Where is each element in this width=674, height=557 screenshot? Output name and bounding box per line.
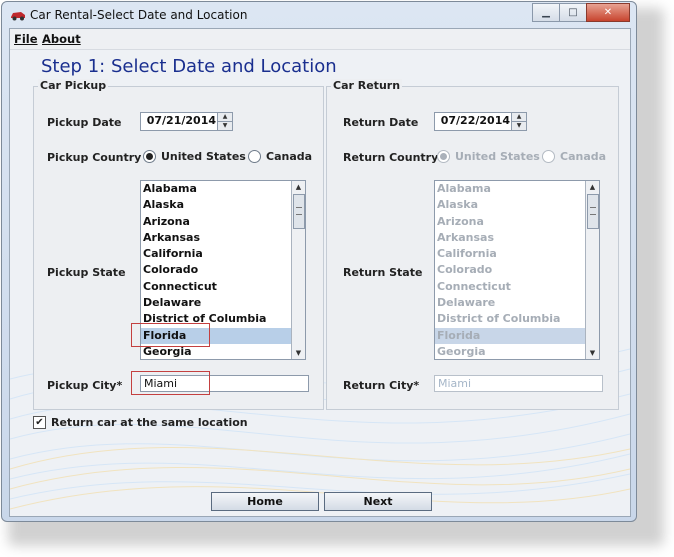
- state-list-item[interactable]: Delaware: [141, 295, 291, 311]
- checkmark-icon: ✔: [33, 416, 46, 429]
- spin-up-icon[interactable]: ▲: [218, 113, 232, 121]
- same-location-label: Return car at the same location: [51, 416, 248, 429]
- radio-selected-icon: [437, 150, 450, 163]
- state-list-item: Florida: [435, 327, 585, 344]
- return-date-arrows[interactable]: ▲ ▼: [511, 113, 526, 130]
- scroll-up-icon[interactable]: ▲: [292, 181, 305, 193]
- car-icon: [11, 12, 25, 21]
- state-list-item: Alabama: [437, 182, 491, 195]
- state-list-item: Delaware: [437, 296, 496, 310]
- pickup-country-label: Pickup Country: [47, 151, 142, 164]
- menu-bar: File About: [10, 29, 630, 50]
- return-state-list: Alabama Alaska Arizona Arkansas California Co…: [434, 180, 600, 360]
- menu-about[interactable]: About: [42, 32, 81, 46]
- close-icon: ✕: [603, 7, 613, 18]
- pickup-city-label: Pickup City*: [47, 379, 123, 392]
- pickup-date-value: 07/21/2014: [146, 114, 216, 127]
- app-window: Car Rental-Select Date and Location ▁ □ …: [1, 1, 637, 522]
- state-list-item[interactable]: Arkansas: [141, 230, 291, 246]
- return-country-us-radio: United States: [437, 150, 540, 163]
- return-state-scrollbar: ▲ ▼: [585, 181, 599, 359]
- scroll-thumb[interactable]: [293, 194, 305, 229]
- return-date-label: Return Date: [343, 116, 419, 129]
- minimize-button[interactable]: ▁: [532, 3, 560, 22]
- window-title: Car Rental-Select Date and Location: [30, 8, 248, 22]
- state-list-item: Georgia: [437, 344, 486, 358]
- minimize-icon: ▁: [542, 7, 550, 18]
- home-button[interactable]: Home: [211, 492, 319, 511]
- scroll-down-icon: ▼: [589, 349, 596, 357]
- pickup-panel: Car Pickup Pickup Date 07/21/2014 ▲ ▼ Pi…: [33, 79, 324, 410]
- spin-up-icon[interactable]: ▲: [512, 113, 526, 121]
- return-city-label: Return City*: [343, 379, 420, 392]
- state-list-item[interactable]: California: [141, 246, 291, 262]
- pickup-country-canada-radio[interactable]: Canada: [248, 150, 312, 163]
- pickup-date-spinner[interactable]: 07/21/2014 ▲ ▼: [140, 112, 233, 131]
- state-list-item: District of Columbia: [437, 312, 561, 326]
- client-area: File About Step 1: Select Date and Locat…: [9, 28, 631, 517]
- return-country-canada-radio: Canada: [542, 150, 606, 163]
- pickup-state-scrollbar[interactable]: ▲ ▼: [291, 181, 305, 359]
- state-list-item: Alaska: [437, 198, 478, 212]
- scroll-thumb: [587, 194, 599, 229]
- maximize-button[interactable]: □: [559, 3, 587, 22]
- return-city-field: Miami: [434, 375, 603, 392]
- radio-label: Canada: [266, 150, 313, 163]
- radio-label: United States: [455, 150, 540, 163]
- radio-unselected-icon: [542, 150, 555, 163]
- state-list-item: California: [437, 247, 497, 261]
- return-country-label: Return Country: [343, 151, 439, 164]
- state-list-item[interactable]: Arizona: [141, 214, 291, 230]
- radio-unselected-icon: [248, 150, 261, 163]
- pickup-country-us-radio[interactable]: United States: [143, 150, 246, 163]
- page-title: Step 1: Select Date and Location: [41, 56, 337, 77]
- maximize-icon: □: [568, 7, 578, 18]
- menu-file[interactable]: File: [14, 32, 38, 46]
- miami-highlight-box: [131, 371, 210, 395]
- radio-label: Canada: [560, 150, 607, 163]
- state-list-item: Colorado: [437, 263, 493, 277]
- state-list-item[interactable]: Alaska: [141, 197, 291, 213]
- radio-label: United States: [161, 150, 246, 163]
- spin-down-icon[interactable]: ▼: [218, 121, 232, 130]
- pickup-legend: Car Pickup: [38, 79, 109, 92]
- state-list-item[interactable]: Colorado: [141, 262, 291, 278]
- pickup-date-label: Pickup Date: [47, 116, 122, 129]
- title-bar: Car Rental-Select Date and Location ▁ □ …: [2, 2, 636, 28]
- state-list-item: Connecticut: [437, 279, 511, 293]
- spin-down-icon[interactable]: ▼: [512, 121, 526, 130]
- pickup-state-label: Pickup State: [47, 266, 126, 279]
- return-legend: Car Return: [331, 79, 403, 92]
- window-controls: ▁ □ ✕: [532, 3, 630, 22]
- return-panel: Car Return Return Date 07/22/2014 ▲ ▼ Re…: [326, 79, 619, 410]
- return-state-label: Return State: [343, 266, 423, 279]
- same-location-checkbox[interactable]: ✔ Return car at the same location: [33, 416, 248, 429]
- radio-selected-icon: [143, 150, 156, 163]
- close-button[interactable]: ✕: [586, 3, 630, 22]
- pickup-date-arrows[interactable]: ▲ ▼: [217, 113, 232, 130]
- state-list-item[interactable]: Alabama: [141, 181, 291, 197]
- state-list-item: Arkansas: [437, 230, 495, 244]
- next-button[interactable]: Next: [324, 492, 432, 511]
- state-list-item[interactable]: Connecticut: [141, 279, 291, 295]
- return-date-spinner[interactable]: 07/22/2014 ▲ ▼: [434, 112, 527, 131]
- scroll-up-icon: ▲: [589, 183, 596, 191]
- return-date-value: 07/22/2014: [440, 114, 510, 127]
- florida-highlight-box: [131, 323, 210, 347]
- state-list-item: Arizona: [437, 214, 484, 228]
- scroll-down-icon[interactable]: ▼: [292, 347, 305, 359]
